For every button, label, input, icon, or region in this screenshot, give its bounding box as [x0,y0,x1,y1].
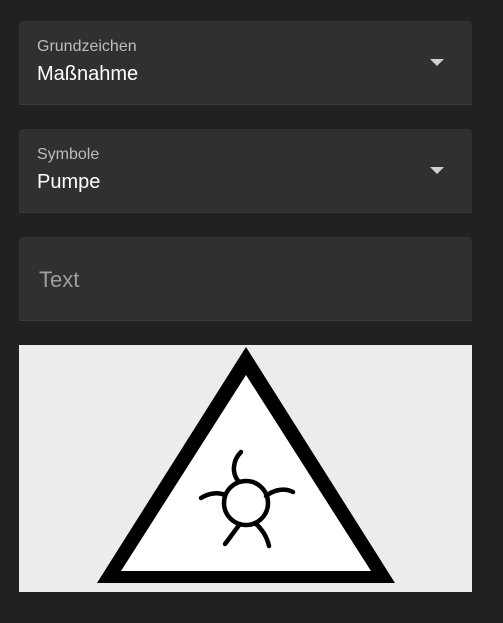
symbole-select[interactable]: Symbole Pumpe [19,129,472,213]
dropdown-arrow-icon[interactable] [430,59,444,66]
sign-preview-svg [97,347,395,583]
symbole-label: Symbole [37,146,100,163]
sign-preview [19,345,472,592]
grundzeichen-value: Maßnahme [37,63,139,85]
text-input[interactable] [37,263,441,297]
grundzeichen-label: Grundzeichen [37,38,137,55]
grundzeichen-select[interactable]: Grundzeichen Maßnahme [19,21,472,105]
symbole-value: Pumpe [37,171,101,193]
dropdown-arrow-icon[interactable] [430,167,444,174]
triangle-sign-inner [121,375,371,571]
text-field[interactable] [19,237,472,321]
